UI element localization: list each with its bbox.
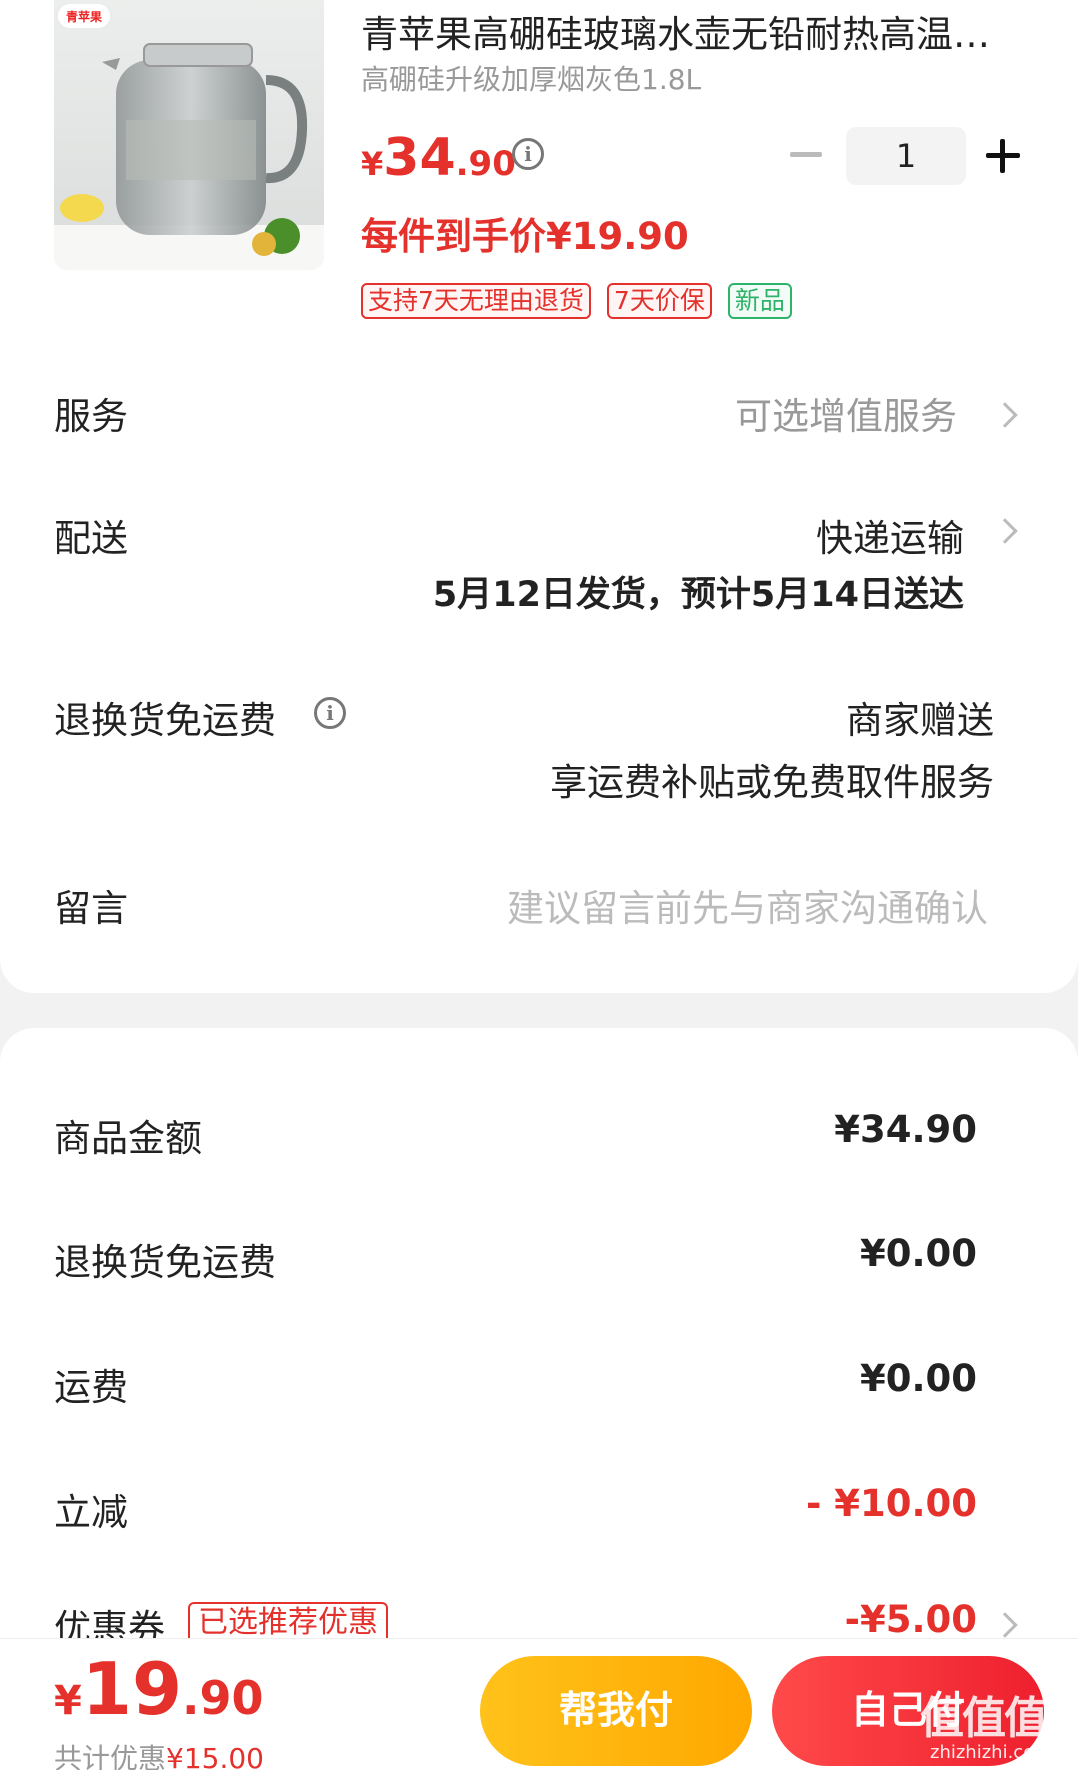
total-decimal: .90 xyxy=(182,1671,264,1725)
coupon-value[interactable]: -¥5.00 xyxy=(845,1598,977,1641)
tag-7day-return: 支持7天无理由退货 xyxy=(361,283,591,319)
checkout-bar: ¥19.90 共计优惠¥15.00 帮我付 自己付 xyxy=(0,1638,1078,1770)
saving-label: 共计优惠 xyxy=(54,1742,167,1770)
return-freight-label: 退换货免运费 xyxy=(54,699,276,742)
discount-label: 立减 xyxy=(54,1491,128,1534)
return-freight-fee-value: ¥0.00 xyxy=(859,1232,977,1275)
help-pay-button[interactable]: 帮我付 xyxy=(480,1656,752,1766)
tag-new: 新品 xyxy=(727,283,792,319)
watermark-url: zhizhizhi.com xyxy=(930,1742,1052,1763)
tag-price-protect: 7天价保 xyxy=(606,283,712,319)
quantity-increase-button[interactable] xyxy=(986,139,1020,173)
total-integer: 19 xyxy=(81,1647,183,1731)
product-title[interactable]: 青苹果高硼硅玻璃水壶无铅耐热高温… xyxy=(361,4,1031,58)
return-freight-info-icon[interactable]: i xyxy=(314,697,346,729)
product-image[interactable]: 青苹果 xyxy=(54,0,324,270)
discount-value: - ¥10.00 xyxy=(805,1482,977,1525)
return-freight-fee-label: 退换货免运费 xyxy=(54,1241,276,1284)
message-label: 留言 xyxy=(54,887,128,930)
total-price: ¥19.90 xyxy=(54,1647,264,1731)
return-freight-sub: 享运费补贴或免费取件服务 xyxy=(550,761,994,804)
delivery-eta: 5月12日发货，预计5月14日送达 xyxy=(432,575,964,615)
product-spec[interactable]: 高硼硅升级加厚烟灰色1.8L xyxy=(361,58,701,98)
delivery-label: 配送 xyxy=(54,517,128,560)
return-freight-value: 商家赠送 xyxy=(846,699,994,742)
service-label: 服务 xyxy=(54,395,128,438)
product-price: ¥34.90 xyxy=(361,128,516,188)
saving-value: ¥15.00 xyxy=(166,1742,264,1770)
goods-amount-label: 商品金额 xyxy=(54,1117,202,1160)
quantity-input[interactable]: 1 xyxy=(846,127,966,185)
quantity-decrease-button[interactable] xyxy=(790,152,822,157)
message-input[interactable]: 建议留言前先与商家沟通确认 xyxy=(507,878,988,932)
total-symbol: ¥ xyxy=(54,1678,82,1724)
price-info-icon[interactable]: i xyxy=(512,138,544,170)
goods-amount-value: ¥34.90 xyxy=(834,1108,977,1151)
final-unit-price: 每件到手价¥19.90 xyxy=(361,215,689,258)
price-decimal: .90 xyxy=(455,144,516,184)
price-symbol: ¥ xyxy=(361,145,384,183)
shipping-value: ¥0.00 xyxy=(859,1357,977,1400)
service-value[interactable]: 可选增值服务 xyxy=(735,386,957,440)
brand-logo: 青苹果 xyxy=(66,9,102,24)
total-saving: 共计优惠¥15.00 xyxy=(54,1737,264,1770)
shipping-label: 运费 xyxy=(54,1366,128,1409)
delivery-value[interactable]: 快递运输 xyxy=(816,508,964,562)
price-integer: 34 xyxy=(383,128,456,188)
watermark: 值值值 xyxy=(920,1693,1048,1744)
product-tags: 支持7天无理由退货 7天价保 新品 xyxy=(361,283,792,319)
